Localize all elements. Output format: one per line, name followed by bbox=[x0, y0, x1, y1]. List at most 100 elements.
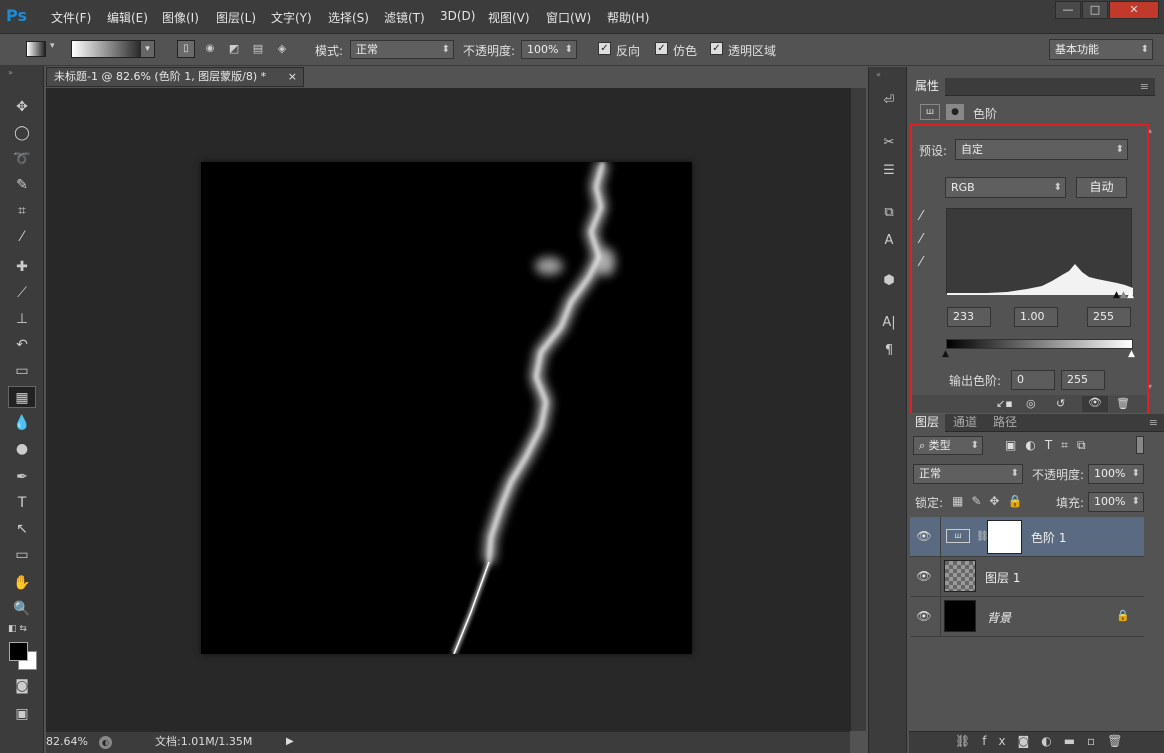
mode-select[interactable]: 正常 bbox=[350, 40, 454, 59]
layer-name[interactable]: 图层 1 bbox=[985, 569, 1020, 586]
lasso-tool-icon[interactable]: ➰ bbox=[8, 148, 36, 170]
layer-row-levels[interactable]: 👁 ш ⛓ 色阶 1 bbox=[910, 517, 1144, 557]
tool-preset-chevron-icon[interactable]: ▾ bbox=[50, 41, 55, 51]
tab-channels[interactable]: 通道 bbox=[947, 414, 983, 432]
reflected-gradient-icon[interactable]: ▤ bbox=[249, 40, 267, 58]
quick-mask-icon[interactable]: ◙ bbox=[8, 675, 36, 697]
healing-brush-tool-icon[interactable]: ✚ bbox=[8, 256, 36, 278]
crop-tool-icon[interactable]: ⌗ bbox=[8, 200, 36, 222]
tab-layers[interactable]: 图层 bbox=[909, 414, 946, 432]
linear-gradient-icon[interactable]: ▯ bbox=[177, 40, 195, 58]
image-filter-icon[interactable]: ▣ bbox=[1005, 438, 1025, 452]
layer-mask-icon[interactable]: ● bbox=[946, 104, 964, 120]
3d-panel-icon[interactable]: ⬢ bbox=[878, 270, 900, 292]
eraser-tool-icon[interactable]: ▭ bbox=[8, 360, 36, 382]
marquee-tool-icon[interactable]: ◯ bbox=[8, 122, 36, 144]
diamond-gradient-icon[interactable]: ◈ bbox=[273, 40, 291, 58]
zoom-tool-icon[interactable]: 🔍 bbox=[8, 598, 36, 620]
document-tab[interactable]: 未标题-1 @ 82.6% (色阶 1, 图层蒙版/8) * × bbox=[46, 67, 304, 87]
quick-select-tool-icon[interactable]: ✎ bbox=[8, 174, 36, 196]
layers-footer-icons[interactable]: ⛓fx◙◐▬▫🗑 bbox=[955, 734, 1134, 748]
smart-object-filter-icon[interactable]: ⧉ bbox=[1077, 438, 1095, 452]
fill-field[interactable]: 100% bbox=[1088, 492, 1144, 512]
blur-tool-icon[interactable]: 💧 bbox=[8, 412, 36, 434]
layer-filter-icons[interactable]: ▣◐T⌗⧉ bbox=[1005, 438, 1095, 453]
workspace-select[interactable]: 基本功能 bbox=[1049, 39, 1153, 60]
status-menu-arrow-icon[interactable]: ▶ bbox=[286, 732, 294, 752]
lock-icons[interactable]: ▦✎✥🔒 bbox=[952, 494, 1030, 508]
type-tool-icon[interactable]: T bbox=[8, 492, 36, 514]
menu-layer[interactable]: 图层(L) bbox=[216, 9, 256, 26]
radial-gradient-icon[interactable]: ◉ bbox=[201, 40, 219, 58]
layer-opacity-field[interactable]: 100% bbox=[1088, 464, 1144, 484]
minimize-button[interactable]: — bbox=[1055, 1, 1081, 19]
dither-checkbox[interactable]: ✓ bbox=[655, 42, 668, 55]
menu-window[interactable]: 窗口(W) bbox=[546, 9, 591, 26]
maximize-button[interactable]: □ bbox=[1082, 1, 1108, 19]
dodge-tool-icon[interactable]: ● bbox=[8, 438, 36, 460]
layer-filter-select[interactable]: ⌕ 类型 bbox=[913, 436, 983, 455]
visibility-eye-icon[interactable]: 👁 bbox=[916, 569, 932, 583]
brush-panel-icon[interactable]: ✂ bbox=[878, 132, 900, 154]
layer-name[interactable]: 色阶 1 bbox=[1031, 529, 1066, 546]
layer-row-layer1[interactable]: 👁 图层 1 bbox=[910, 557, 1144, 597]
layers-menu-icon[interactable]: ≡ bbox=[1149, 414, 1158, 431]
menu-type[interactable]: 文字(Y) bbox=[271, 9, 312, 26]
brush-tool-icon[interactable]: ⟋ bbox=[8, 282, 36, 304]
eyedropper-tool-icon[interactable]: ⁄ bbox=[8, 226, 36, 248]
menu-file[interactable]: 文件(F) bbox=[51, 9, 91, 26]
foreground-color-swatch[interactable] bbox=[9, 642, 28, 661]
status-info-icon[interactable]: ◐ bbox=[99, 736, 112, 749]
layer-name[interactable]: 背景 bbox=[987, 609, 1011, 626]
filter-toggle[interactable] bbox=[1136, 436, 1144, 454]
angle-gradient-icon[interactable]: ◩ bbox=[225, 40, 243, 58]
delete-layer-icon[interactable]: 🗑 bbox=[1107, 734, 1134, 748]
shape-filter-icon[interactable]: ⌗ bbox=[1061, 438, 1077, 452]
move-tool-icon[interactable]: ✥ bbox=[8, 96, 36, 118]
levels-adjustment-icon[interactable]: ш bbox=[920, 104, 940, 120]
type-filter-icon[interactable]: T bbox=[1045, 438, 1061, 452]
clone-stamp-tool-icon[interactable]: ⊥ bbox=[8, 308, 36, 330]
character-style-panel-icon[interactable]: A bbox=[878, 230, 900, 252]
close-window-button[interactable]: ✕ bbox=[1109, 1, 1159, 19]
lock-pixels-icon[interactable]: ✎ bbox=[971, 494, 989, 508]
gradient-tool-active-icon[interactable]: ▦ bbox=[8, 386, 36, 408]
add-mask-icon[interactable]: ◙ bbox=[1018, 734, 1042, 748]
menu-filter[interactable]: 滤镜(T) bbox=[384, 9, 425, 26]
history-panel-icon[interactable]: ⏎ bbox=[878, 90, 900, 112]
pen-tool-icon[interactable]: ✒ bbox=[8, 466, 36, 488]
transparency-checkbox[interactable]: ✓ bbox=[710, 42, 723, 55]
paragraph-panel-icon[interactable]: ¶ bbox=[878, 340, 900, 362]
visibility-eye-icon[interactable]: 👁 bbox=[916, 609, 932, 623]
menu-3d[interactable]: 3D(D) bbox=[440, 9, 475, 23]
default-colors-icon[interactable]: ◧ ⇆ bbox=[8, 624, 27, 634]
layer-style-icon[interactable]: fx bbox=[982, 734, 1017, 748]
collapse-tools-icon[interactable]: » bbox=[8, 68, 13, 77]
menu-select[interactable]: 选择(S) bbox=[328, 9, 369, 26]
menu-help[interactable]: 帮助(H) bbox=[607, 9, 649, 26]
visibility-eye-icon[interactable]: 👁 bbox=[916, 529, 932, 543]
new-layer-icon[interactable]: ▫ bbox=[1087, 734, 1107, 748]
collapse-dock-icon[interactable]: « bbox=[876, 70, 881, 79]
adjustment-filter-icon[interactable]: ◐ bbox=[1025, 438, 1044, 452]
path-select-tool-icon[interactable]: ↖ bbox=[8, 518, 36, 540]
screen-mode-icon[interactable]: ▣ bbox=[8, 703, 36, 725]
lock-position-icon[interactable]: ✥ bbox=[989, 494, 1007, 508]
tab-paths[interactable]: 路径 bbox=[987, 414, 1023, 432]
document-canvas[interactable] bbox=[201, 160, 692, 655]
gradient-tool-icon[interactable] bbox=[26, 41, 46, 57]
rectangle-tool-icon[interactable]: ▭ bbox=[8, 544, 36, 566]
character-panel-icon[interactable]: A| bbox=[878, 312, 900, 334]
lock-transparency-icon[interactable]: ▦ bbox=[952, 494, 971, 508]
zoom-readout[interactable]: 82.64% bbox=[46, 732, 88, 752]
reverse-checkbox[interactable]: ✓ bbox=[598, 42, 611, 55]
gradient-picker-chevron-icon[interactable]: ▾ bbox=[141, 41, 154, 57]
tab-properties[interactable]: 属性 bbox=[909, 78, 946, 96]
menu-edit[interactable]: 编辑(E) bbox=[107, 9, 148, 26]
layer-mask-thumbnail[interactable] bbox=[987, 520, 1022, 554]
layer-row-background[interactable]: 👁 背景 🔒 bbox=[910, 597, 1144, 637]
blend-mode-select[interactable]: 正常 bbox=[913, 464, 1023, 484]
brush-preset-panel-icon[interactable]: ☰ bbox=[878, 160, 900, 182]
new-adjustment-icon[interactable]: ◐ bbox=[1041, 734, 1063, 748]
clone-source-panel-icon[interactable]: ⧉ bbox=[878, 202, 900, 224]
